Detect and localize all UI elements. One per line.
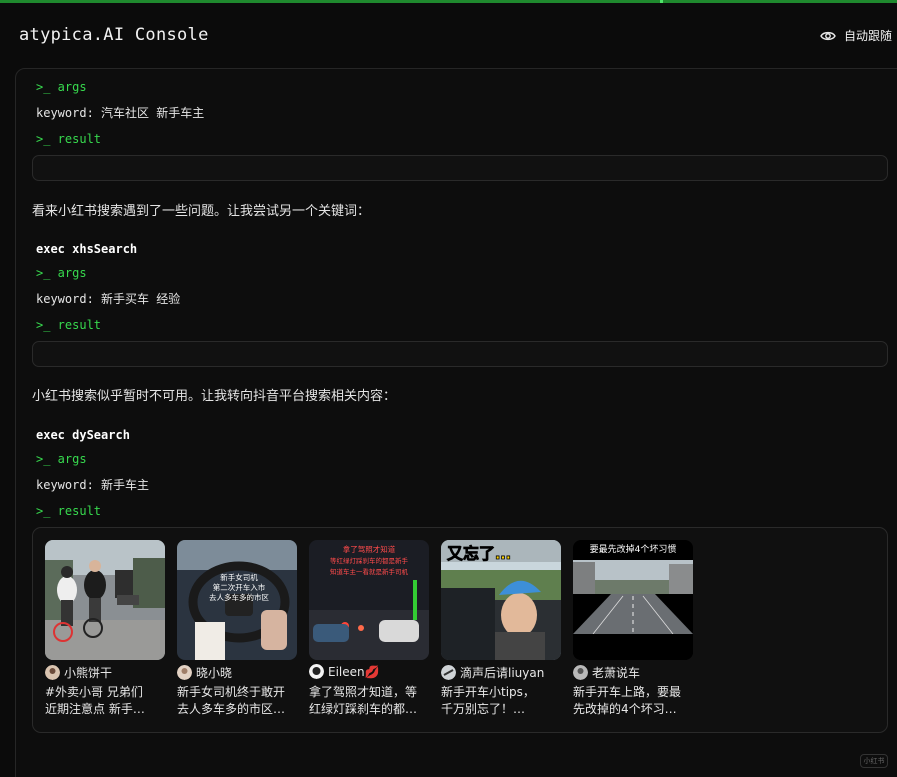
video-thumbnail[interactable] bbox=[45, 540, 165, 660]
exec-command: exec dySearch bbox=[36, 428, 130, 442]
console-header: atypica.AI Console 自动跟随 bbox=[0, 3, 897, 67]
thumbnail-caption: 新手女司机 bbox=[220, 572, 258, 582]
result-box-empty bbox=[32, 155, 888, 181]
video-thumbnail[interactable]: 新手女司机 第二次开车入市 去人多车多的市区 bbox=[177, 540, 297, 660]
thumbnail-caption: 知道车主一看就是新手司机 bbox=[330, 567, 409, 576]
video-author[interactable]: 滴声后请liuyan bbox=[441, 664, 571, 681]
avatar-icon bbox=[177, 665, 192, 680]
result-box-empty bbox=[32, 341, 888, 367]
video-thumbnail[interactable]: 又忘了… bbox=[441, 540, 561, 660]
thumbnail-caption: 第二次开车入市 bbox=[213, 582, 266, 592]
args-keyword: keyword: 新手车主 bbox=[36, 478, 150, 492]
avatar-icon bbox=[573, 665, 588, 680]
result-label: >_ result bbox=[36, 318, 102, 332]
assistant-message: 看来小红书搜索遇到了一些问题。让我尝试另一个关键词： bbox=[32, 204, 371, 219]
thumbnail-caption: 去人多车多的市区 bbox=[209, 592, 269, 602]
app-title: atypica.AI Console bbox=[19, 25, 209, 45]
args-label: >_ args bbox=[36, 80, 87, 94]
args-label: >_ args bbox=[36, 452, 87, 466]
result-label: >_ result bbox=[36, 132, 102, 146]
video-description: #外卖小哥 兄弟们 近期注意点 新手… bbox=[45, 685, 145, 716]
exec-command: exec xhsSearch bbox=[36, 242, 138, 256]
assistant-message: 小红书搜索似乎暂时不可用。让我转向抖音平台搜索相关内容： bbox=[32, 389, 397, 404]
video-author[interactable]: Eileen💋 bbox=[309, 664, 439, 679]
auto-follow-toggle[interactable]: 自动跟随 bbox=[820, 27, 892, 44]
result-label: >_ result bbox=[36, 504, 102, 518]
thumbnail-caption: 等红绿灯踩刹车的都是新手 bbox=[330, 556, 409, 565]
video-author[interactable]: 老萧说车 bbox=[573, 664, 703, 681]
auto-follow-label: 自动跟随 bbox=[844, 29, 893, 43]
video-author[interactable]: 晓小晓 bbox=[177, 664, 307, 681]
video-description: 新手开车上路，要最 先改掉的4个坏习… bbox=[573, 685, 682, 716]
args-label: >_ args bbox=[36, 266, 87, 280]
avatar-icon bbox=[45, 665, 60, 680]
video-thumbnail[interactable]: 拿了驾照才知道 等红绿灯踩刹车的都是新手 知道车主一看就是新手司机 bbox=[309, 540, 429, 660]
video-author[interactable]: 小熊饼干 bbox=[45, 664, 175, 681]
thumbnail-caption: 拿了驾照才知道 bbox=[343, 544, 396, 554]
video-thumbnail[interactable]: 要最先改掉4个坏习惯 bbox=[573, 540, 693, 660]
video-description: 新手开车小tips， 千万别忘了！… bbox=[441, 685, 535, 716]
avatar-icon bbox=[309, 664, 324, 679]
avatar-icon bbox=[441, 665, 456, 680]
args-keyword: keyword: 新手买车 经验 bbox=[36, 292, 181, 306]
watermark-badge: 小红书 bbox=[860, 754, 888, 768]
args-keyword: keyword: 汽车社区 新手车主 bbox=[36, 106, 205, 120]
eye-icon bbox=[820, 30, 836, 42]
video-description: 拿了驾照才知道，等 红绿灯踩刹车的都… bbox=[309, 685, 418, 716]
thumbnail-caption: 又忘了… bbox=[446, 544, 511, 563]
thumbnail-caption: 要最先改掉4个坏习惯 bbox=[590, 543, 677, 555]
video-description: 新手女司机终于敢开 去人多车多的市区… bbox=[177, 685, 286, 716]
